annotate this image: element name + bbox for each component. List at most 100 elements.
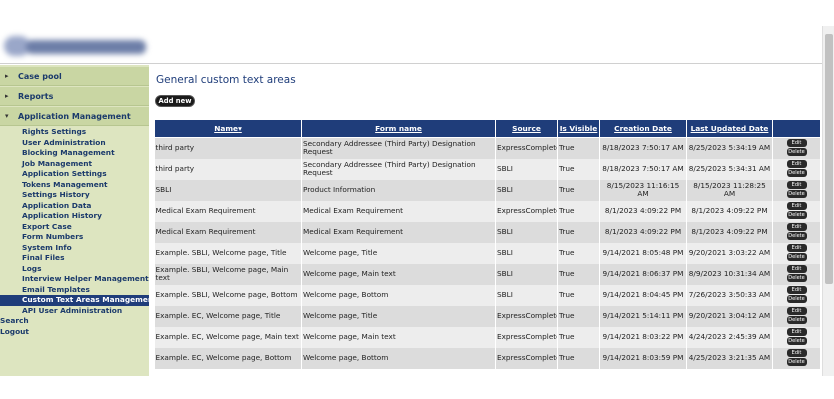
- sidebar-item-search[interactable]: Search: [0, 316, 149, 327]
- cell-form-name: Welcome page, Main text: [301, 326, 496, 348]
- table-row: third party Secondary Addressee (Third Pa…: [154, 137, 821, 159]
- sidebar-item-job-management[interactable]: Job Management: [0, 159, 149, 170]
- cell-form-name: Welcome page, Bottom: [301, 284, 496, 306]
- cell-last-updated-date: 8/1/2023 4:09:22 PM: [686, 200, 773, 222]
- cell-name: Example. EC, Welcome page, Main text: [154, 326, 302, 348]
- cell-actions: Edit Delete: [772, 179, 821, 201]
- cell-actions: Edit Delete: [772, 200, 821, 222]
- sidebar-item-settings-history[interactable]: Settings History: [0, 190, 149, 201]
- vertical-scrollbar[interactable]: [822, 26, 834, 376]
- sidebar-item-rights-settings[interactable]: Rights Settings: [0, 127, 149, 138]
- collapse-arrow-icon: ▾: [5, 112, 9, 120]
- cell-is-visible: True: [557, 158, 600, 180]
- edit-button[interactable]: Edit: [786, 328, 807, 336]
- sidebar-section-case-pool[interactable]: ▸ Case pool: [0, 67, 149, 86]
- cell-name: SBLI: [154, 179, 302, 201]
- delete-button[interactable]: Delete: [786, 337, 807, 345]
- sidebar-item-application-history[interactable]: Application History: [0, 211, 149, 222]
- cell-actions: Edit Delete: [772, 221, 821, 243]
- scrollbar-thumb[interactable]: [825, 34, 833, 284]
- cell-is-visible: True: [557, 221, 600, 243]
- table-row: Medical Exam Requirement Medical Exam Req…: [154, 200, 821, 222]
- sidebar-item-blocking-management[interactable]: Blocking Management: [0, 148, 149, 159]
- edit-button[interactable]: Edit: [786, 244, 807, 252]
- sidebar-item-interview-helper-management[interactable]: Interview Helper Management: [0, 274, 149, 285]
- cell-source: ExpressComplete: [495, 200, 558, 222]
- cell-last-updated-date: 8/1/2023 4:09:22 PM: [686, 221, 773, 243]
- cell-actions: Edit Delete: [772, 242, 821, 264]
- cell-form-name: Welcome page, Bottom: [301, 347, 496, 369]
- column-header-name[interactable]: Name▾: [154, 119, 302, 138]
- edit-button[interactable]: Edit: [786, 265, 807, 273]
- table-row: Example. SBLI, Welcome page, Title Welcom…: [154, 242, 821, 264]
- edit-button[interactable]: Edit: [786, 160, 807, 168]
- app-header: [0, 26, 834, 64]
- sidebar-item-logs[interactable]: Logs: [0, 264, 149, 275]
- cell-source: SBLI: [495, 221, 558, 243]
- edit-button[interactable]: Edit: [786, 181, 807, 189]
- delete-button[interactable]: Delete: [786, 274, 807, 282]
- sidebar-section-reports[interactable]: ▸ Reports: [0, 87, 149, 106]
- edit-button[interactable]: Edit: [786, 223, 807, 231]
- custom-text-areas-table: Name▾ Form name Source Is Visible Creati…: [154, 119, 821, 369]
- column-header-source[interactable]: Source: [495, 119, 558, 138]
- delete-button[interactable]: Delete: [786, 316, 807, 324]
- delete-button[interactable]: Delete: [786, 232, 807, 240]
- delete-button[interactable]: Delete: [786, 148, 807, 157]
- sidebar-item-application-data[interactable]: Application Data: [0, 201, 149, 212]
- cell-is-visible: True: [557, 284, 600, 306]
- sidebar-item-export-case[interactable]: Export Case: [0, 222, 149, 233]
- cell-last-updated-date: 8/9/2023 10:31:34 AM: [686, 263, 773, 285]
- edit-button[interactable]: Edit: [786, 286, 807, 294]
- cell-form-name: Medical Exam Requirement: [301, 200, 496, 222]
- page-title: General custom text areas: [156, 74, 296, 86]
- delete-button[interactable]: Delete: [786, 358, 807, 366]
- cell-name: Example. SBLI, Welcome page, Bottom: [154, 284, 302, 306]
- cell-name: Example. EC, Welcome page, Title: [154, 305, 302, 327]
- add-new-button[interactable]: Add new: [155, 95, 195, 107]
- cell-source: ExpressComplete: [495, 305, 558, 327]
- sidebar-item-form-numbers[interactable]: Form Numbers: [0, 232, 149, 243]
- sidebar-item-custom-text-areas-management[interactable]: Custom Text Areas Management: [0, 295, 157, 306]
- edit-button[interactable]: Edit: [786, 307, 807, 315]
- delete-button[interactable]: Delete: [786, 211, 807, 219]
- delete-button[interactable]: Delete: [786, 295, 807, 303]
- cell-creation-date: 9/14/2021 8:03:22 PM: [599, 326, 687, 348]
- cell-source: SBLI: [495, 179, 558, 201]
- delete-button[interactable]: Delete: [786, 190, 807, 198]
- column-header-is-visible[interactable]: Is Visible: [557, 119, 600, 138]
- delete-button[interactable]: Delete: [786, 169, 807, 177]
- cell-creation-date: 9/14/2021 8:06:37 PM: [599, 263, 687, 285]
- sidebar-menu: Rights Settings User Administration Bloc…: [0, 127, 157, 338]
- edit-button[interactable]: Edit: [786, 349, 807, 357]
- edit-button[interactable]: Edit: [786, 139, 807, 148]
- cell-form-name: Welcome page, Title: [301, 242, 496, 264]
- cell-creation-date: 8/18/2023 7:50:17 AM: [599, 137, 687, 159]
- sidebar-section-label: Application Management: [18, 112, 131, 121]
- column-header-creation-date[interactable]: Creation Date: [599, 119, 687, 138]
- column-header-form-name[interactable]: Form name: [301, 119, 496, 138]
- sidebar-section-application-management[interactable]: ▾ Application Management: [0, 107, 149, 126]
- column-header-last-updated-date[interactable]: Last Updated Date: [686, 119, 773, 138]
- cell-last-updated-date: 8/25/2023 5:34:19 AM: [686, 137, 773, 159]
- cell-actions: Edit Delete: [772, 137, 821, 159]
- cell-last-updated-date: 9/20/2021 3:04:12 AM: [686, 305, 773, 327]
- cell-actions: Edit Delete: [772, 347, 821, 369]
- cell-is-visible: True: [557, 347, 600, 369]
- cell-source: ExpressComplete: [495, 137, 558, 159]
- sidebar-item-api-user-administration[interactable]: API User Administration: [0, 306, 149, 317]
- sidebar-item-user-administration[interactable]: User Administration: [0, 138, 149, 149]
- cell-form-name: Welcome page, Title: [301, 305, 496, 327]
- sidebar-item-logout[interactable]: Logout: [0, 327, 149, 338]
- edit-button[interactable]: Edit: [786, 202, 807, 210]
- table-header-row: Name▾ Form name Source Is Visible Creati…: [154, 119, 821, 138]
- sidebar-item-final-files[interactable]: Final Files: [0, 253, 149, 264]
- cell-actions: Edit Delete: [772, 326, 821, 348]
- sidebar-item-system-info[interactable]: System Info: [0, 243, 149, 254]
- cell-actions: Edit Delete: [772, 158, 821, 180]
- cell-actions: Edit Delete: [772, 305, 821, 327]
- sidebar-item-tokens-management[interactable]: Tokens Management: [0, 180, 149, 191]
- delete-button[interactable]: Delete: [786, 253, 807, 261]
- sidebar-item-email-templates[interactable]: Email Templates: [0, 285, 149, 296]
- sidebar-item-application-settings[interactable]: Application Settings: [0, 169, 149, 180]
